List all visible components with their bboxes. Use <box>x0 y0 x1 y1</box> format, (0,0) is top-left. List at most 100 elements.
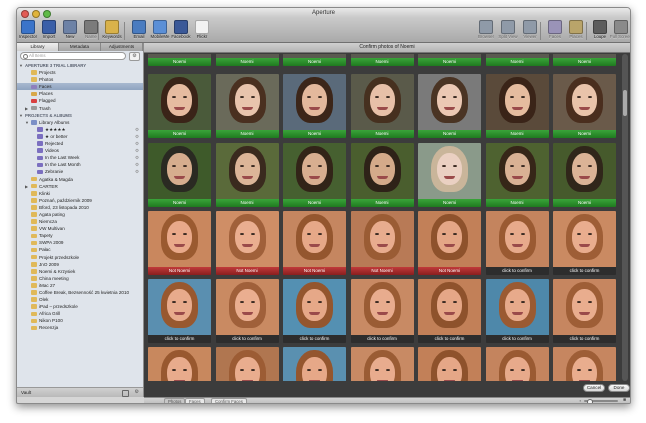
sidebar-item[interactable]: iMac 27 <box>17 282 143 289</box>
sidebar-item[interactable]: Places <box>17 90 143 97</box>
face-tile[interactable]: Noemi <box>215 143 279 207</box>
face-tile[interactable]: Noemi <box>485 54 549 66</box>
face-tile[interactable]: click to confirm <box>418 279 481 343</box>
action-menu-button[interactable]: ⚙ <box>129 51 140 61</box>
cancel-button[interactable]: Cancel <box>583 384 605 392</box>
face-tile[interactable] <box>418 347 481 381</box>
toolbar-info-button[interactable]: Inspector <box>18 18 38 42</box>
sidebar-item[interactable]: In the Last Month ⚙ <box>17 161 143 168</box>
sidebar-item[interactable]: Flagged <box>17 97 143 104</box>
sidebar-item[interactable]: Coffee Break, Bezsenność 25 kwietnia 201… <box>17 289 143 296</box>
sidebar-tab-library[interactable]: Library <box>17 43 59 51</box>
disclosure-triangle-icon[interactable]: ▶ <box>25 105 28 112</box>
face-tile[interactable]: click to confirm <box>485 279 549 343</box>
disclosure-triangle-icon[interactable]: ▼ <box>19 112 23 119</box>
face-tile[interactable]: Noemi <box>283 74 346 138</box>
thumbnail-size-slider[interactable] <box>584 398 618 403</box>
toolbar-cloud-button[interactable]: MobileMe <box>150 18 170 42</box>
toolbar-faces-button[interactable]: Faces <box>545 18 565 42</box>
face-tile[interactable] <box>148 347 211 381</box>
face-tile[interactable]: Noemi <box>215 54 279 66</box>
album-action-icon[interactable]: ⚙ <box>135 126 139 133</box>
face-tile[interactable]: Noemi <box>485 143 549 207</box>
library-search-field[interactable]: All Items <box>20 52 126 60</box>
sidebar-item[interactable]: VW Multivan <box>17 225 143 232</box>
toolbar-split-view-button[interactable]: Split View <box>498 18 518 42</box>
toolbar-keyword-tag-button[interactable]: Keywords <box>102 18 122 42</box>
sidebar-item[interactable]: ★ or better ⚙ <box>17 133 143 140</box>
sidebar-item[interactable]: Nikon P100 <box>17 317 143 324</box>
sidebar-item[interactable]: ★★★★★ ⚙ <box>17 126 143 133</box>
disclosure-triangle-icon[interactable]: ▶ <box>25 183 28 190</box>
click-to-confirm-label[interactable]: click to confirm <box>485 335 549 343</box>
face-tile[interactable] <box>283 347 346 381</box>
sidebar-item[interactable]: Agata pating <box>17 211 143 218</box>
face-tile[interactable]: Not Noemi <box>418 211 481 275</box>
face-tile[interactable]: Noemi <box>350 143 414 207</box>
face-tile[interactable]: Noemi <box>283 143 346 207</box>
toolbar-email-button[interactable]: Email <box>129 18 149 42</box>
disclosure-triangle-icon[interactable]: ▼ <box>19 62 23 69</box>
section-header[interactable]: ▼ APERTURE 3 TRIAL LIBRARY <box>17 62 143 69</box>
sidebar-item[interactable]: SWPA 2009 <box>17 239 143 246</box>
zoom-in-icon[interactable]: ■ <box>623 397 626 403</box>
sidebar-item[interactable]: Agatka & Magda <box>17 176 143 183</box>
sidebar-item[interactable]: Africa Grill <box>17 310 143 317</box>
face-tile[interactable]: Not Noemi <box>350 211 414 275</box>
album-action-icon[interactable]: ⚙ <box>135 154 139 161</box>
album-action-icon[interactable]: ⚙ <box>135 133 139 140</box>
face-tile[interactable]: Noemi <box>418 143 481 207</box>
face-tile[interactable]: Noemi <box>148 54 211 66</box>
face-tile[interactable]: Not Noemi <box>148 211 211 275</box>
click-to-confirm-label[interactable]: click to confirm <box>215 335 279 343</box>
face-tile[interactable]: Noemi <box>553 54 616 66</box>
sidebar-item[interactable]: Niemcza <box>17 218 143 225</box>
sidebar-item[interactable]: ▼ Library Albums <box>17 119 143 126</box>
click-to-confirm-label[interactable]: click to confirm <box>283 335 346 343</box>
face-tile[interactable]: Noemi <box>350 74 414 138</box>
footer-tab-confirm-faces[interactable]: Confirm Faces <box>211 398 247 403</box>
zoom-out-icon[interactable]: ▪ <box>580 398 581 403</box>
sidebar-item[interactable]: Olek <box>17 296 143 303</box>
disclosure-triangle-icon[interactable]: ▼ <box>25 119 29 126</box>
sidebar-item[interactable]: In the Last Week ⚙ <box>17 154 143 161</box>
face-tile[interactable]: Not Noemi <box>215 211 279 275</box>
sidebar-tab-metadata[interactable]: Metadata <box>59 43 101 51</box>
minimize-window-icon[interactable] <box>32 10 40 18</box>
click-to-confirm-label[interactable]: click to confirm <box>148 335 211 343</box>
toolbar-loupe-button[interactable]: Loupe <box>590 18 610 42</box>
face-tile[interactable]: click to confirm <box>553 211 616 275</box>
footer-tab-faces[interactable]: Faces <box>185 398 205 403</box>
toolbar-flickr-button[interactable]: Flickr <box>192 18 212 42</box>
album-action-icon[interactable]: ⚙ <box>135 140 139 147</box>
sidebar-item[interactable]: Noemi & Krzysiek <box>17 268 143 275</box>
sidebar-item[interactable]: Klinki <box>17 190 143 197</box>
sidebar-item[interactable]: Zebranie ⚙ <box>17 168 143 175</box>
face-tile[interactable] <box>350 347 414 381</box>
click-to-confirm-label[interactable]: click to confirm <box>350 335 414 343</box>
click-to-confirm-label[interactable]: click to confirm <box>485 267 549 275</box>
sidebar-item[interactable]: iPad – przedszkole <box>17 303 143 310</box>
sidebar-item[interactable]: Poznań, październik 2009 <box>17 197 143 204</box>
face-tile[interactable] <box>215 347 279 381</box>
toolbar-new-item-button[interactable]: New <box>60 18 80 42</box>
sidebar-item[interactable]: Projects <box>17 69 143 76</box>
toolbar-import-arrow-button[interactable]: Import <box>39 18 59 42</box>
sidebar-item[interactable]: ▶ Trash <box>17 105 143 112</box>
done-button[interactable]: Done <box>608 384 630 392</box>
album-action-icon[interactable]: ⚙ <box>135 161 139 168</box>
section-header[interactable]: ▼ PROJECTS & ALBUMS <box>17 112 143 119</box>
grid-scroll-thumb[interactable] <box>623 90 627 116</box>
face-tile[interactable] <box>485 347 549 381</box>
zoom-window-icon[interactable] <box>43 10 51 18</box>
face-tile[interactable]: Noemi <box>215 74 279 138</box>
sidebar-tab-adjustments[interactable]: Adjustments <box>101 43 143 51</box>
album-action-icon[interactable]: ⚙ <box>135 168 139 175</box>
toolbar-browser-button[interactable]: Browser <box>476 18 496 42</box>
face-tile[interactable]: click to confirm <box>148 279 211 343</box>
face-tile[interactable]: Noemi <box>418 54 481 66</box>
sidebar-item[interactable]: Photos <box>17 76 143 83</box>
sidebar-item[interactable]: ▶ CARTER <box>17 183 143 190</box>
face-tile[interactable]: Noemi <box>148 143 211 207</box>
face-tile[interactable] <box>553 347 616 381</box>
